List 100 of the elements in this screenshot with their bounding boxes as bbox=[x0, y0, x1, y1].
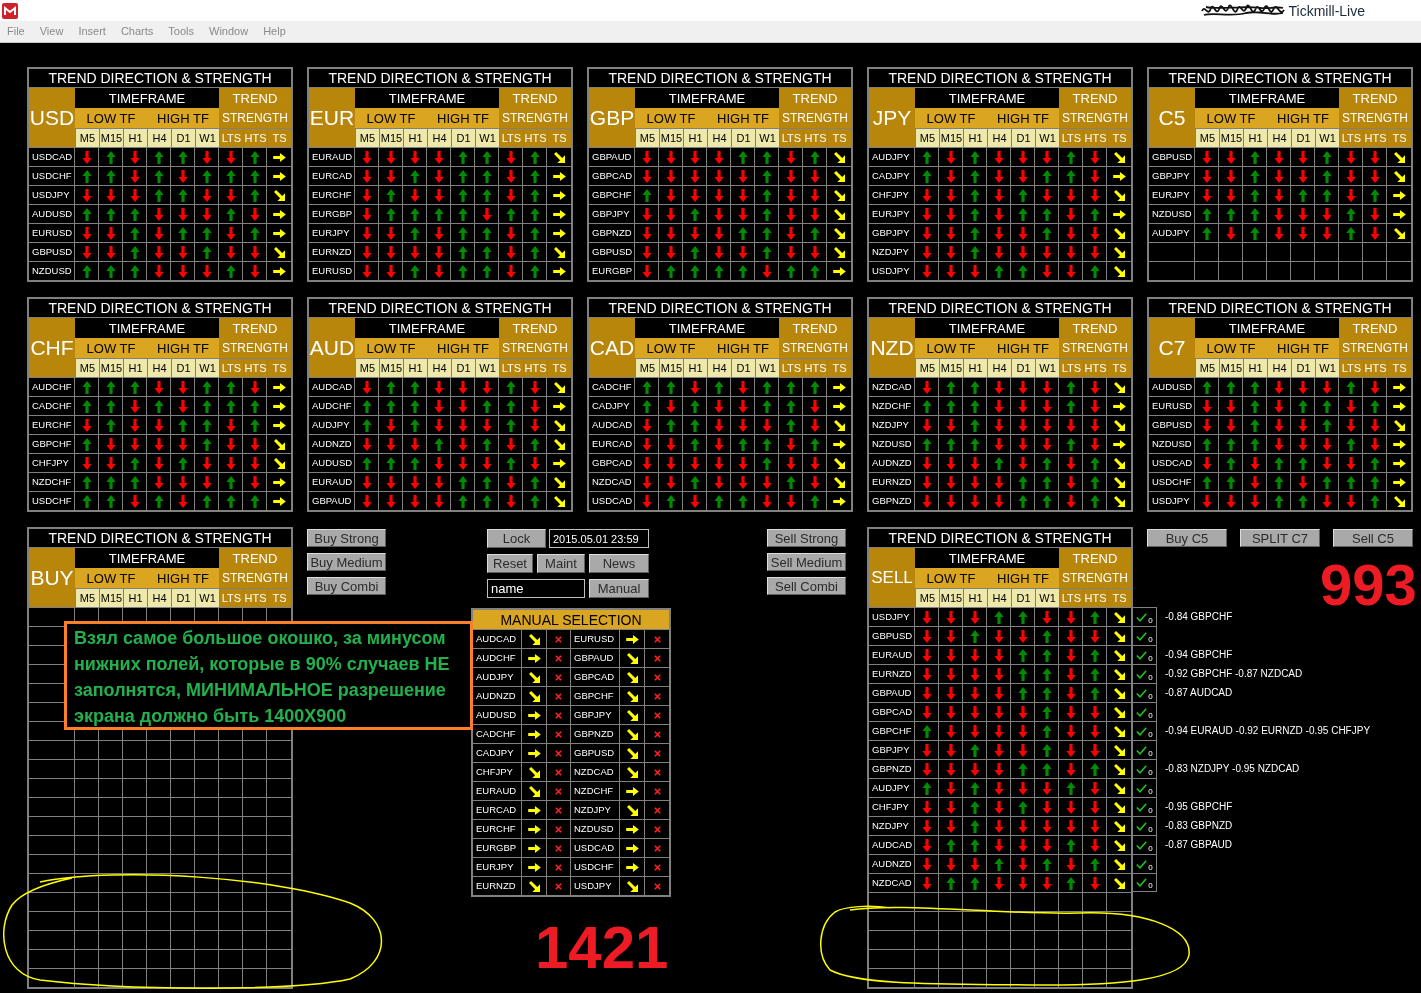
column-header: H4 bbox=[1267, 128, 1291, 147]
menu-item[interactable]: Charts bbox=[120, 26, 154, 37]
menu-item[interactable]: Insert bbox=[78, 26, 106, 37]
buy-button[interactable]: Buy C5 bbox=[1147, 529, 1227, 547]
name-field[interactable]: name bbox=[487, 579, 585, 598]
column-header: H1 bbox=[123, 358, 147, 377]
pair-cell: AUDUSD bbox=[309, 454, 355, 472]
high-tf-header: HIGH TF bbox=[707, 338, 779, 358]
pair-cell: AUDJPY bbox=[309, 416, 355, 434]
lock-button[interactable]: Lock bbox=[487, 529, 546, 548]
trend-header: TREND bbox=[219, 548, 291, 568]
column-header: M15 bbox=[379, 128, 403, 147]
column-header: TS bbox=[267, 128, 291, 147]
buy-button[interactable]: Buy Strong bbox=[307, 529, 386, 547]
sell-button[interactable]: Sell C5 bbox=[1333, 529, 1413, 547]
column-header: TS bbox=[1107, 588, 1131, 607]
sell-button[interactable]: Sell Strong bbox=[767, 529, 846, 547]
pair-cell: GBPJPY bbox=[869, 741, 915, 759]
cross-icon bbox=[555, 654, 562, 662]
trend-header: TREND bbox=[779, 318, 851, 338]
pair-cell: USDCHF bbox=[571, 858, 620, 876]
column-header: D1 bbox=[171, 588, 195, 607]
trend-header: TREND bbox=[1339, 88, 1411, 108]
currency-label: SELL bbox=[869, 548, 915, 607]
pair-cell: AUDJPY bbox=[869, 148, 915, 166]
pair-cell: CADJPY bbox=[473, 744, 522, 762]
pair-cell: EURUSD bbox=[1149, 397, 1195, 415]
pair-cell: GBPJPY bbox=[1149, 167, 1195, 185]
column-header: H4 bbox=[707, 128, 731, 147]
cross-icon bbox=[555, 749, 562, 757]
low-tf-header: LOW TF bbox=[635, 338, 707, 358]
buy-button[interactable]: Buy Combi bbox=[307, 577, 386, 595]
maint-button[interactable]: Maint bbox=[537, 554, 585, 573]
window-title: Tickmill-Live bbox=[1288, 3, 1365, 18]
column-header: H4 bbox=[987, 358, 1011, 377]
correlation-note: -0.87 AUDCAD bbox=[1165, 687, 1233, 698]
column-header: LTS bbox=[219, 358, 243, 377]
column-header: H1 bbox=[683, 128, 707, 147]
column-header: M15 bbox=[659, 358, 683, 377]
column-header: H1 bbox=[1243, 128, 1267, 147]
pair-cell: GBPJPY bbox=[571, 706, 620, 724]
column-header: W1 bbox=[195, 128, 219, 147]
width-figure: 1421 bbox=[535, 918, 669, 978]
pair-cell: GBPCAD bbox=[589, 167, 635, 185]
column-header: M5 bbox=[355, 128, 379, 147]
column-header: H4 bbox=[427, 358, 451, 377]
column-header: LTS bbox=[1059, 588, 1083, 607]
check-icon bbox=[1136, 650, 1148, 660]
pair-cell: CHFJPY bbox=[869, 186, 915, 204]
pair-cell: USDJPY bbox=[29, 186, 75, 204]
pair-cell: GBPCHF bbox=[589, 186, 635, 204]
menu-item[interactable]: Window bbox=[209, 26, 249, 37]
pair-cell: USDCAD bbox=[29, 148, 75, 166]
sell-button[interactable]: Sell Combi bbox=[767, 577, 846, 595]
low-tf-header: LOW TF bbox=[635, 108, 707, 128]
pair-cell: EURJPY bbox=[1149, 186, 1195, 204]
pair-cell: CADCHF bbox=[589, 378, 635, 396]
column-header: LTS bbox=[779, 358, 803, 377]
check-icon bbox=[1136, 764, 1148, 774]
pair-cell: NZDUSD bbox=[571, 820, 620, 838]
buy-button[interactable]: Buy Medium bbox=[307, 553, 386, 571]
sell-button[interactable]: Sell Medium bbox=[767, 553, 846, 571]
strength-header: STRENGTH bbox=[1059, 568, 1131, 588]
trend-header: TREND bbox=[1059, 88, 1131, 108]
currency-label: NZD bbox=[869, 318, 915, 377]
column-header: HTS bbox=[243, 128, 267, 147]
column-header: H4 bbox=[707, 358, 731, 377]
pair-cell: AUDCHF bbox=[309, 397, 355, 415]
date-field[interactable]: 2015.05.01 23:59 bbox=[549, 529, 649, 548]
high-tf-header: HIGH TF bbox=[427, 338, 499, 358]
column-header: M15 bbox=[939, 588, 963, 607]
pair-cell: GBPCAD bbox=[589, 454, 635, 472]
news-button[interactable]: News bbox=[589, 554, 649, 573]
column-header: HTS bbox=[523, 128, 547, 147]
pair-cell: USDJPY bbox=[571, 877, 620, 895]
pair-cell: GBPJPY bbox=[589, 205, 635, 223]
strength-header: STRENGTH bbox=[219, 338, 291, 358]
cross-icon bbox=[653, 654, 661, 662]
cross-icon bbox=[555, 863, 562, 871]
pair-cell: NZDJPY bbox=[869, 416, 915, 434]
reset-button[interactable]: Reset bbox=[487, 554, 533, 573]
currency-label: C7 bbox=[1149, 318, 1195, 377]
pair-cell: EURGBP bbox=[473, 839, 522, 857]
high-tf-header: HIGH TF bbox=[427, 108, 499, 128]
pair-cell: EURAUD bbox=[309, 148, 355, 166]
pair-cell: USDCHF bbox=[29, 492, 75, 510]
column-header: W1 bbox=[755, 128, 779, 147]
menu-item[interactable]: Tools bbox=[168, 26, 194, 37]
cross-icon bbox=[653, 863, 661, 871]
count-label: 0 bbox=[1148, 769, 1153, 777]
column-header: H1 bbox=[963, 588, 987, 607]
split-button[interactable]: SPLIT C7 bbox=[1240, 529, 1320, 547]
cross-icon bbox=[555, 787, 562, 795]
manual-button[interactable]: Manual bbox=[589, 579, 649, 598]
low-tf-header: LOW TF bbox=[75, 108, 147, 128]
check-icon bbox=[1136, 631, 1148, 641]
strength-header: STRENGTH bbox=[1059, 338, 1131, 358]
menu-item[interactable]: View bbox=[39, 26, 64, 37]
column-header: D1 bbox=[171, 128, 195, 147]
cross-icon bbox=[653, 692, 661, 700]
